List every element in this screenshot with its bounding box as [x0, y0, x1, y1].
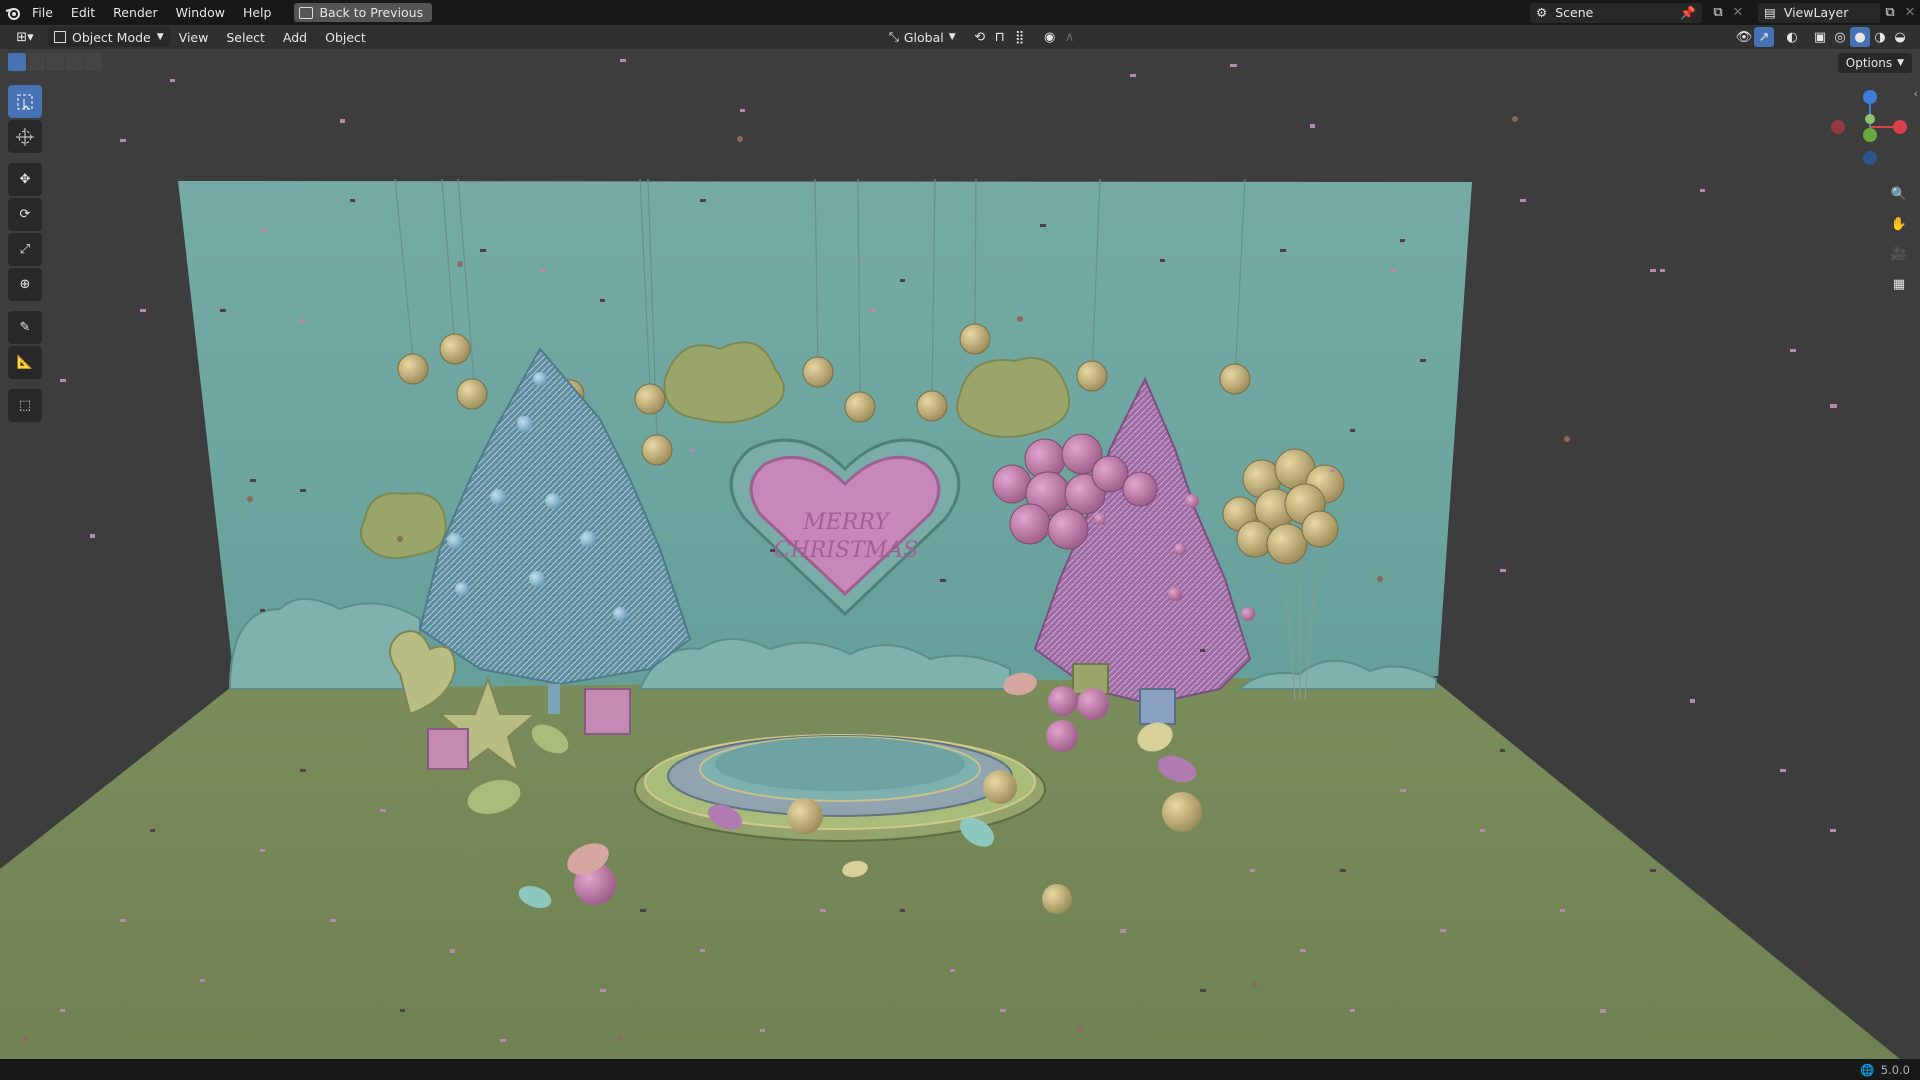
- remove-scene-icon[interactable]: ✕: [1728, 3, 1748, 23]
- scene-selector[interactable]: ⚙ Scene 📌: [1530, 2, 1702, 23]
- add-cube-icon[interactable]: ⬚: [8, 389, 42, 422]
- network-icon: 🌐: [1860, 1062, 1875, 1077]
- heart-text-christmas: CHRISTMAS: [774, 538, 919, 563]
- select-box-icon[interactable]: [8, 85, 42, 118]
- editor-type-icon[interactable]: ⊞▾: [10, 27, 40, 47]
- status-bar: 🌐 5.0.0: [0, 1059, 1920, 1080]
- orientation-label: Global: [903, 29, 944, 45]
- back-to-previous-button[interactable]: Back to Previous: [294, 3, 433, 22]
- move-icon[interactable]: ✥: [8, 163, 42, 196]
- sidebar-toggle-icon[interactable]: ‹: [1914, 87, 1918, 100]
- navigation-gizmo[interactable]: [1831, 90, 1907, 165]
- remove-viewlayer-icon[interactable]: ✕: [1900, 3, 1920, 23]
- gizmo-toggle-icon[interactable]: ↗: [1754, 27, 1774, 47]
- wireframe-shading-icon[interactable]: ◎: [1830, 27, 1850, 47]
- pivot-point-icon[interactable]: ⟲: [970, 27, 990, 47]
- transform-orientation-dropdown[interactable]: ⤡ Global ▼: [885, 27, 960, 47]
- menu-help[interactable]: Help: [234, 0, 281, 25]
- falloff-icon[interactable]: ∧: [1060, 27, 1080, 47]
- chevron-down-icon: ▼: [156, 32, 164, 42]
- select-new-icon[interactable]: [8, 53, 26, 71]
- select-invert-icon[interactable]: [65, 53, 83, 71]
- 3d-viewport[interactable]: MERRY CHRISTMAS Options ▼ ✥ ⟳ ⤢ ⊕ ✎ 📐 ⬚ …: [0, 49, 1920, 1059]
- xray-toggle-icon[interactable]: ▣: [1810, 27, 1830, 47]
- pin-icon[interactable]: 📌: [1680, 5, 1696, 21]
- transform-icon[interactable]: ⊕: [8, 268, 42, 301]
- solid-shading-icon[interactable]: ●: [1850, 27, 1870, 47]
- version-label: 5.0.0: [1880, 1062, 1910, 1077]
- zoom-icon[interactable]: 🔍: [1886, 181, 1912, 207]
- options-label: Options: [1845, 56, 1893, 70]
- select-extend-icon[interactable]: [27, 53, 45, 71]
- scene-icon: ⚙: [1536, 5, 1548, 20]
- menu-edit[interactable]: Edit: [62, 0, 104, 25]
- menu-view[interactable]: View: [170, 25, 218, 50]
- select-intersect-icon[interactable]: [84, 53, 102, 71]
- visibility-icon[interactable]: 👁: [1734, 27, 1754, 47]
- heart-text-merry: MERRY: [802, 510, 891, 535]
- rotate-icon[interactable]: ⟳: [8, 198, 42, 231]
- menu-object[interactable]: Object: [316, 25, 375, 50]
- new-scene-icon[interactable]: ⧉: [1708, 3, 1728, 23]
- back-icon: [299, 6, 314, 19]
- camera-icon[interactable]: 🎥: [1886, 241, 1912, 267]
- mode-label: Object Mode: [72, 29, 151, 45]
- menu-add[interactable]: Add: [274, 25, 316, 50]
- pan-hand-icon[interactable]: ✋: [1886, 211, 1912, 237]
- viewlayer-selector[interactable]: ▤ ViewLayer: [1758, 2, 1880, 23]
- annotate-icon[interactable]: ✎: [8, 311, 42, 344]
- chevron-down-icon: ▼: [1897, 58, 1904, 68]
- top-menu-bar: File Edit Render Window Help Back to Pre…: [0, 0, 1920, 25]
- grid-icon[interactable]: ▦: [1886, 271, 1912, 297]
- mode-dropdown[interactable]: Object Mode ▼: [48, 27, 170, 47]
- proportional-edit-icon[interactable]: ◉: [1040, 27, 1060, 47]
- cursor-icon[interactable]: [8, 120, 42, 153]
- menu-render[interactable]: Render: [104, 0, 167, 25]
- material-shading-icon[interactable]: ◑: [1870, 27, 1890, 47]
- viewport-header: ⊞▾ Object Mode ▼ View Select Add Object …: [0, 25, 1920, 49]
- snap-icon[interactable]: ⊓: [990, 27, 1010, 47]
- menu-select[interactable]: Select: [217, 25, 274, 50]
- chevron-down-icon: ▼: [948, 32, 956, 42]
- scale-icon[interactable]: ⤢: [8, 233, 42, 266]
- back-to-previous-label: Back to Previous: [319, 5, 424, 20]
- tool-shelf: ✥ ⟳ ⤢ ⊕ ✎ 📐 ⬚: [8, 85, 46, 424]
- options-dropdown[interactable]: Options ▼: [1837, 53, 1912, 73]
- viewlayer-name: ViewLayer: [1783, 5, 1849, 20]
- object-mode-icon: [54, 31, 66, 43]
- orientation-icon: ⤡: [888, 29, 899, 44]
- viewlayer-icon: ▤: [1764, 5, 1776, 20]
- floor-plane: [0, 667, 1900, 1059]
- rendered-shading-icon[interactable]: ◒: [1890, 27, 1910, 47]
- scene-render: MERRY CHRISTMAS: [0, 59, 1907, 1059]
- selection-mode-buttons: [8, 53, 102, 71]
- menu-window[interactable]: Window: [167, 0, 234, 25]
- new-viewlayer-icon[interactable]: ⧉: [1880, 3, 1900, 23]
- select-subtract-icon[interactable]: [46, 53, 64, 71]
- menu-file[interactable]: File: [23, 0, 62, 25]
- measure-icon[interactable]: 📐: [8, 346, 42, 379]
- overlay-toggle-icon[interactable]: ◐: [1782, 27, 1802, 47]
- scene-name: Scene: [1555, 5, 1594, 20]
- snap-target-icon[interactable]: ⣿: [1010, 27, 1030, 47]
- blender-logo-icon[interactable]: [3, 3, 23, 23]
